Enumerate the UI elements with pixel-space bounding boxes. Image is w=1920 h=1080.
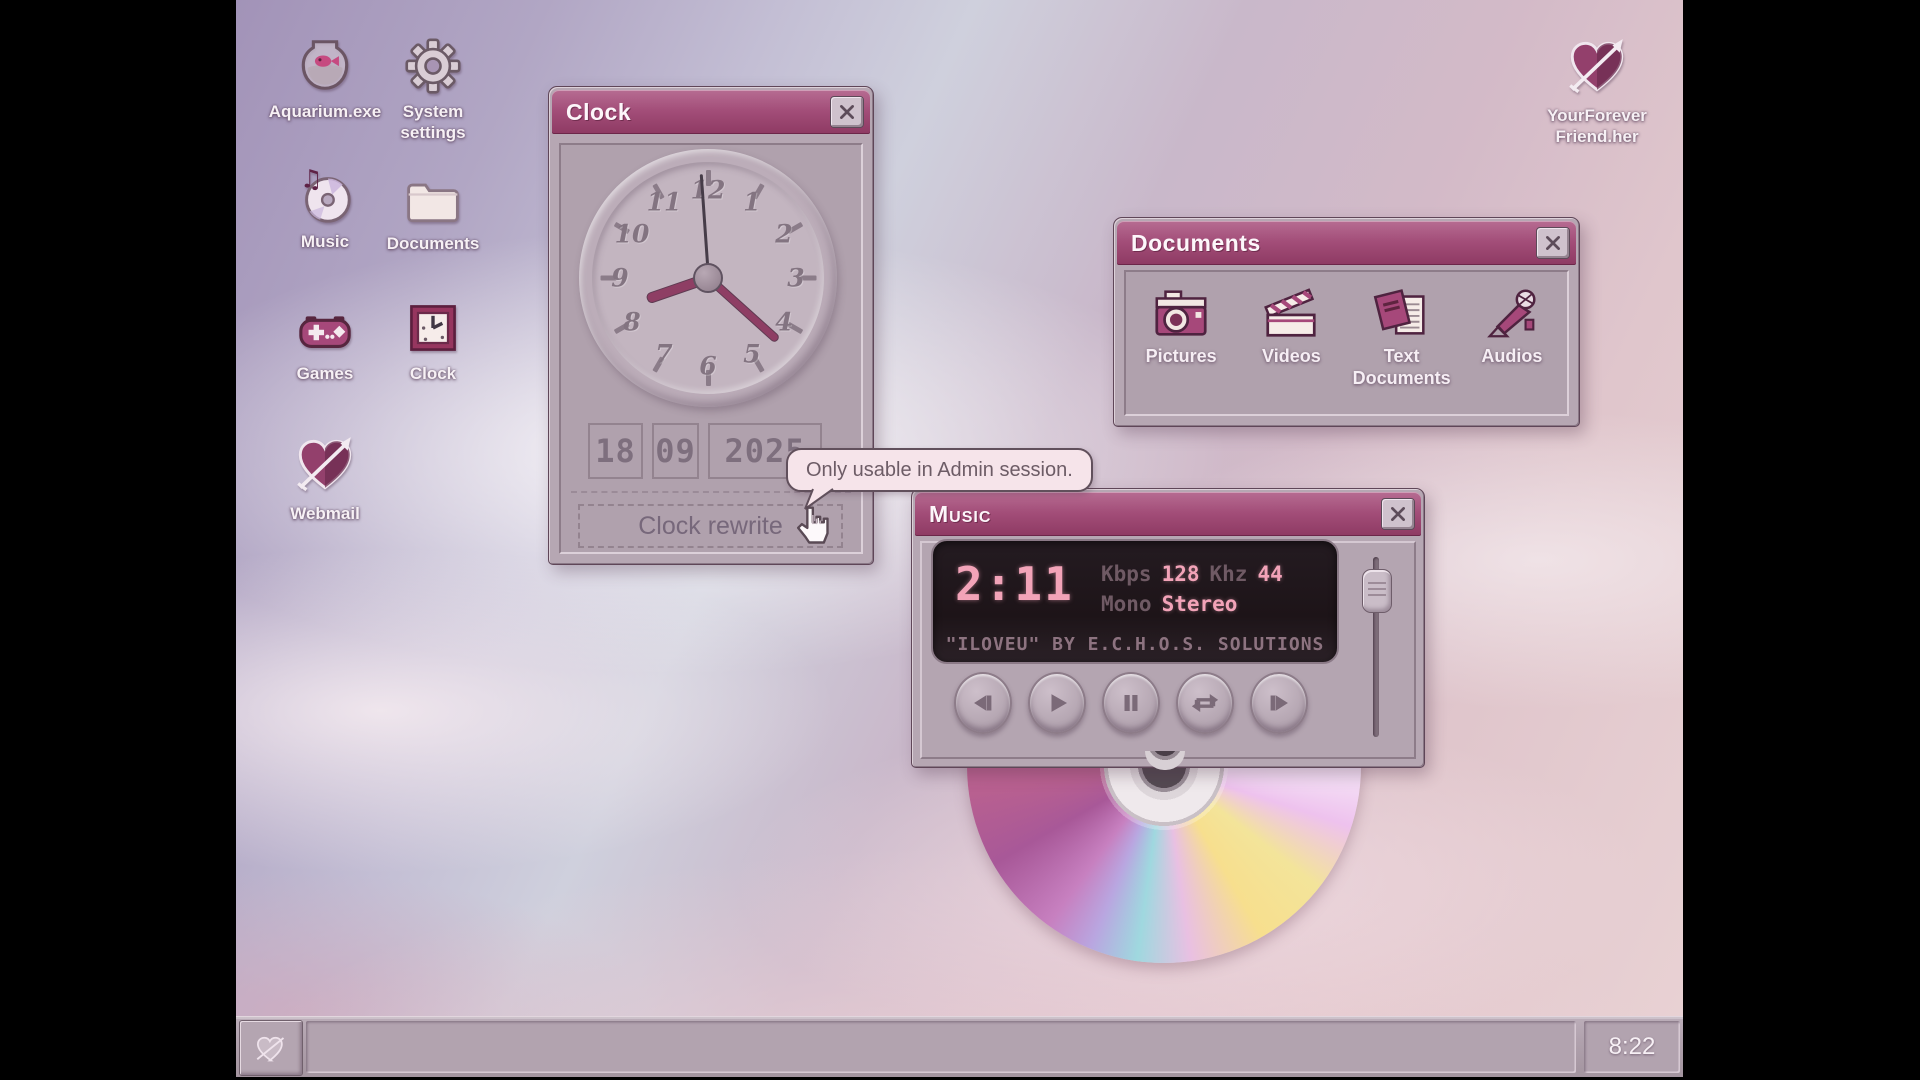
repeat-button[interactable] [1176,672,1234,734]
desktop-icon-label: Games [297,363,354,384]
desktop-icon-yourforever[interactable]: YourForever Friend.her [1538,34,1656,148]
dial-number: 3 [787,264,804,293]
clapperboard-icon [1260,286,1322,340]
taskbar-clock: 8:22 [1584,1021,1680,1073]
clock-icon [403,298,463,358]
dial-number: 10 [615,220,650,249]
documents-window: Documents Pictures [1113,217,1580,427]
clock-center-cap [693,263,723,293]
kbps-label: Kbps [1101,562,1152,586]
dial-number: 2 [775,220,792,249]
heart-arrow-icon [251,1030,291,1066]
dial-number: 11 [647,188,682,217]
desktop-icon-label: Documents [387,233,480,254]
admin-tooltip: Only usable in Admin session. [786,448,1093,492]
cd-music-icon: ♫ [294,164,356,226]
dial-number: 8 [623,308,640,337]
notepad-icon [1371,286,1433,340]
close-icon[interactable] [830,96,864,128]
date-day-field[interactable]: 18 [588,423,643,479]
desktop-icon-label: Clock [410,363,456,384]
clock-face: 12 1 2 3 4 5 6 7 8 9 10 11 [592,162,824,394]
taskbar-tray [306,1021,1576,1073]
desktop-icon-games[interactable]: Games [266,300,384,384]
microphone-icon [1481,286,1543,340]
dial-number: 6 [699,352,716,381]
documents-item-label: Text Documents [1350,346,1454,389]
dial-number: 5 [743,340,760,369]
volume-slider-thumb[interactable] [1362,569,1392,613]
next-button[interactable] [1250,672,1308,734]
desktop-icon-aquarium[interactable]: Aquarium.exe [266,34,384,122]
music-display: 2:11 Kbps 128 Khz 44 Mono Stereo "ILOVEU" BY… [931,539,1339,664]
previous-button[interactable] [954,672,1012,734]
dial-number: 7 [655,340,672,369]
dial-number: 12 [691,176,726,205]
pause-button[interactable] [1102,672,1160,734]
documents-item-videos[interactable]: Videos [1239,286,1343,368]
desktop-icon-system-settings[interactable]: System settings [374,36,492,144]
documents-item-text-documents[interactable]: Text Documents [1350,286,1454,389]
documents-item-label: Videos [1262,346,1321,368]
stream-info: Kbps 128 Khz 44 Mono Stereo [1101,559,1293,620]
disc-notch [1145,751,1185,770]
desktop-icon-music[interactable]: ♫ Music [266,164,384,252]
dial-number: 4 [775,308,792,337]
camera-icon [1150,286,1212,340]
documents-item-label: Audios [1481,346,1542,368]
heart-arrow-icon [292,432,358,498]
hand-cursor [789,504,833,553]
documents-item-pictures[interactable]: Pictures [1129,286,1233,368]
documents-window-titlebar[interactable]: Documents [1117,221,1576,265]
elapsed-time: 2:11 [955,557,1074,611]
khz-value: 44 [1257,562,1282,586]
documents-window-panel: Pictures Videos [1124,270,1569,416]
desktop-icon-label: YourForever Friend.her [1538,105,1656,148]
documents-item-audios[interactable]: Audios [1460,286,1564,368]
desktop-icon-clock[interactable]: Clock [374,298,492,384]
close-icon[interactable] [1381,498,1415,530]
khz-label: Khz [1210,562,1248,586]
desktop-icon-label: Webmail [290,503,360,524]
taskbar: 8:22 [236,1016,1683,1077]
dial-number: 9 [611,264,628,293]
tooltip-text: Only usable in Admin session. [806,459,1073,482]
close-icon[interactable] [1536,227,1570,259]
desktop-icon-webmail[interactable]: Webmail [266,432,384,524]
kbps-value: 128 [1162,562,1200,586]
date-month-field[interactable]: 09 [652,423,699,479]
gear-icon [403,36,463,96]
desktop-icon-label: System settings [387,101,479,144]
dial-number: 1 [743,188,760,217]
window-title: Music [929,501,991,528]
music-window-titlebar[interactable]: Music [915,492,1421,536]
heart-arrow-icon [1564,34,1630,100]
folder-icon [403,174,463,228]
desktop: Aquarium.exe System settings [236,0,1683,1077]
stage: Aquarium.exe System settings [0,0,1920,1080]
analog-clock: 12 1 2 3 4 5 6 7 8 9 10 11 [579,149,837,407]
documents-item-label: Pictures [1146,346,1217,368]
music-window: Music 2:11 Kbps 128 Khz 44 Mono Stereo "ILOV… [911,488,1425,768]
clock-window-titlebar[interactable]: Clock [552,90,870,134]
desktop-icon-label: Music [301,231,349,252]
fishbowl-icon [294,34,356,96]
mono-label: Mono [1101,592,1152,616]
window-title: Documents [1131,230,1261,257]
desktop-icon-documents[interactable]: Documents [374,174,492,254]
window-title: Clock [566,99,631,126]
gamepad-icon [294,300,356,358]
svg-text:♫: ♫ [300,164,323,193]
desktop-icon-label: Aquarium.exe [269,101,381,122]
stereo-label: Stereo [1162,592,1238,616]
track-title: "ILOVEU" BY E.C.H.O.S. SOLUTIONS [933,634,1337,655]
start-button[interactable] [239,1020,303,1076]
play-button[interactable] [1028,672,1086,734]
